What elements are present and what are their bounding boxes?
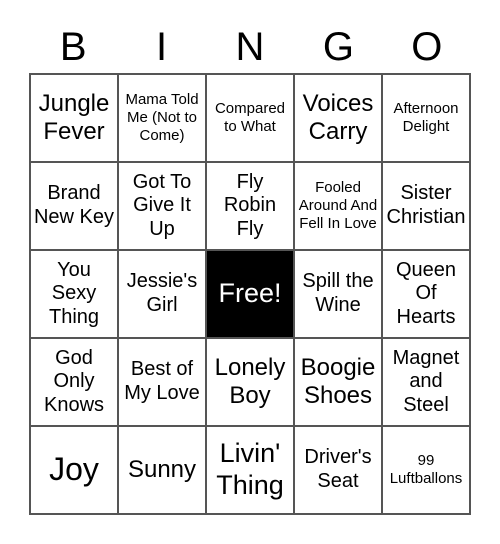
bingo-cell[interactable]: Fooled Around And Fell In Love [294,162,382,250]
header-letter-o: O [411,25,443,69]
header-letter-g: G [322,25,354,69]
free-space-cell[interactable]: Free! [206,250,294,338]
bingo-grid: Jungle Fever Mama Told Me (Not to Come) … [29,73,471,515]
bingo-cell[interactable]: Livin' Thing [206,426,294,514]
bingo-cell[interactable]: Joy [30,426,118,514]
bingo-cell[interactable]: Jessie's Girl [118,250,206,338]
bingo-cell[interactable]: Magnet and Steel [382,338,470,426]
bingo-cell[interactable]: Sunny [118,426,206,514]
bingo-cell[interactable]: God Only Knows [30,338,118,426]
bingo-cell[interactable]: Boogie Shoes [294,338,382,426]
bingo-cell[interactable]: Spill the Wine [294,250,382,338]
bingo-cell[interactable]: Sister Christian [382,162,470,250]
bingo-cell[interactable]: Compared to What [206,74,294,162]
bingo-header: B I N G O [29,22,471,72]
bingo-cell[interactable]: Brand New Key [30,162,118,250]
bingo-cell[interactable]: Driver's Seat [294,426,382,514]
bingo-cell[interactable]: Afternoon Delight [382,74,470,162]
bingo-cell[interactable]: Lonely Boy [206,338,294,426]
bingo-cell[interactable]: You Sexy Thing [30,250,118,338]
bingo-cell[interactable]: Got To Give It Up [118,162,206,250]
bingo-cell[interactable]: Voices Carry [294,74,382,162]
bingo-cell[interactable]: Mama Told Me (Not to Come) [118,74,206,162]
bingo-cell[interactable]: 99 Luftballons [382,426,470,514]
header-letter-b: B [59,25,87,69]
bingo-cell[interactable]: Fly Robin Fly [206,162,294,250]
bingo-cell[interactable]: Queen Of Hearts [382,250,470,338]
bingo-cell[interactable]: Jungle Fever [30,74,118,162]
bingo-cell[interactable]: Best of My Love [118,338,206,426]
header-letter-i: I [156,25,168,69]
header-letter-n: N [235,25,265,69]
